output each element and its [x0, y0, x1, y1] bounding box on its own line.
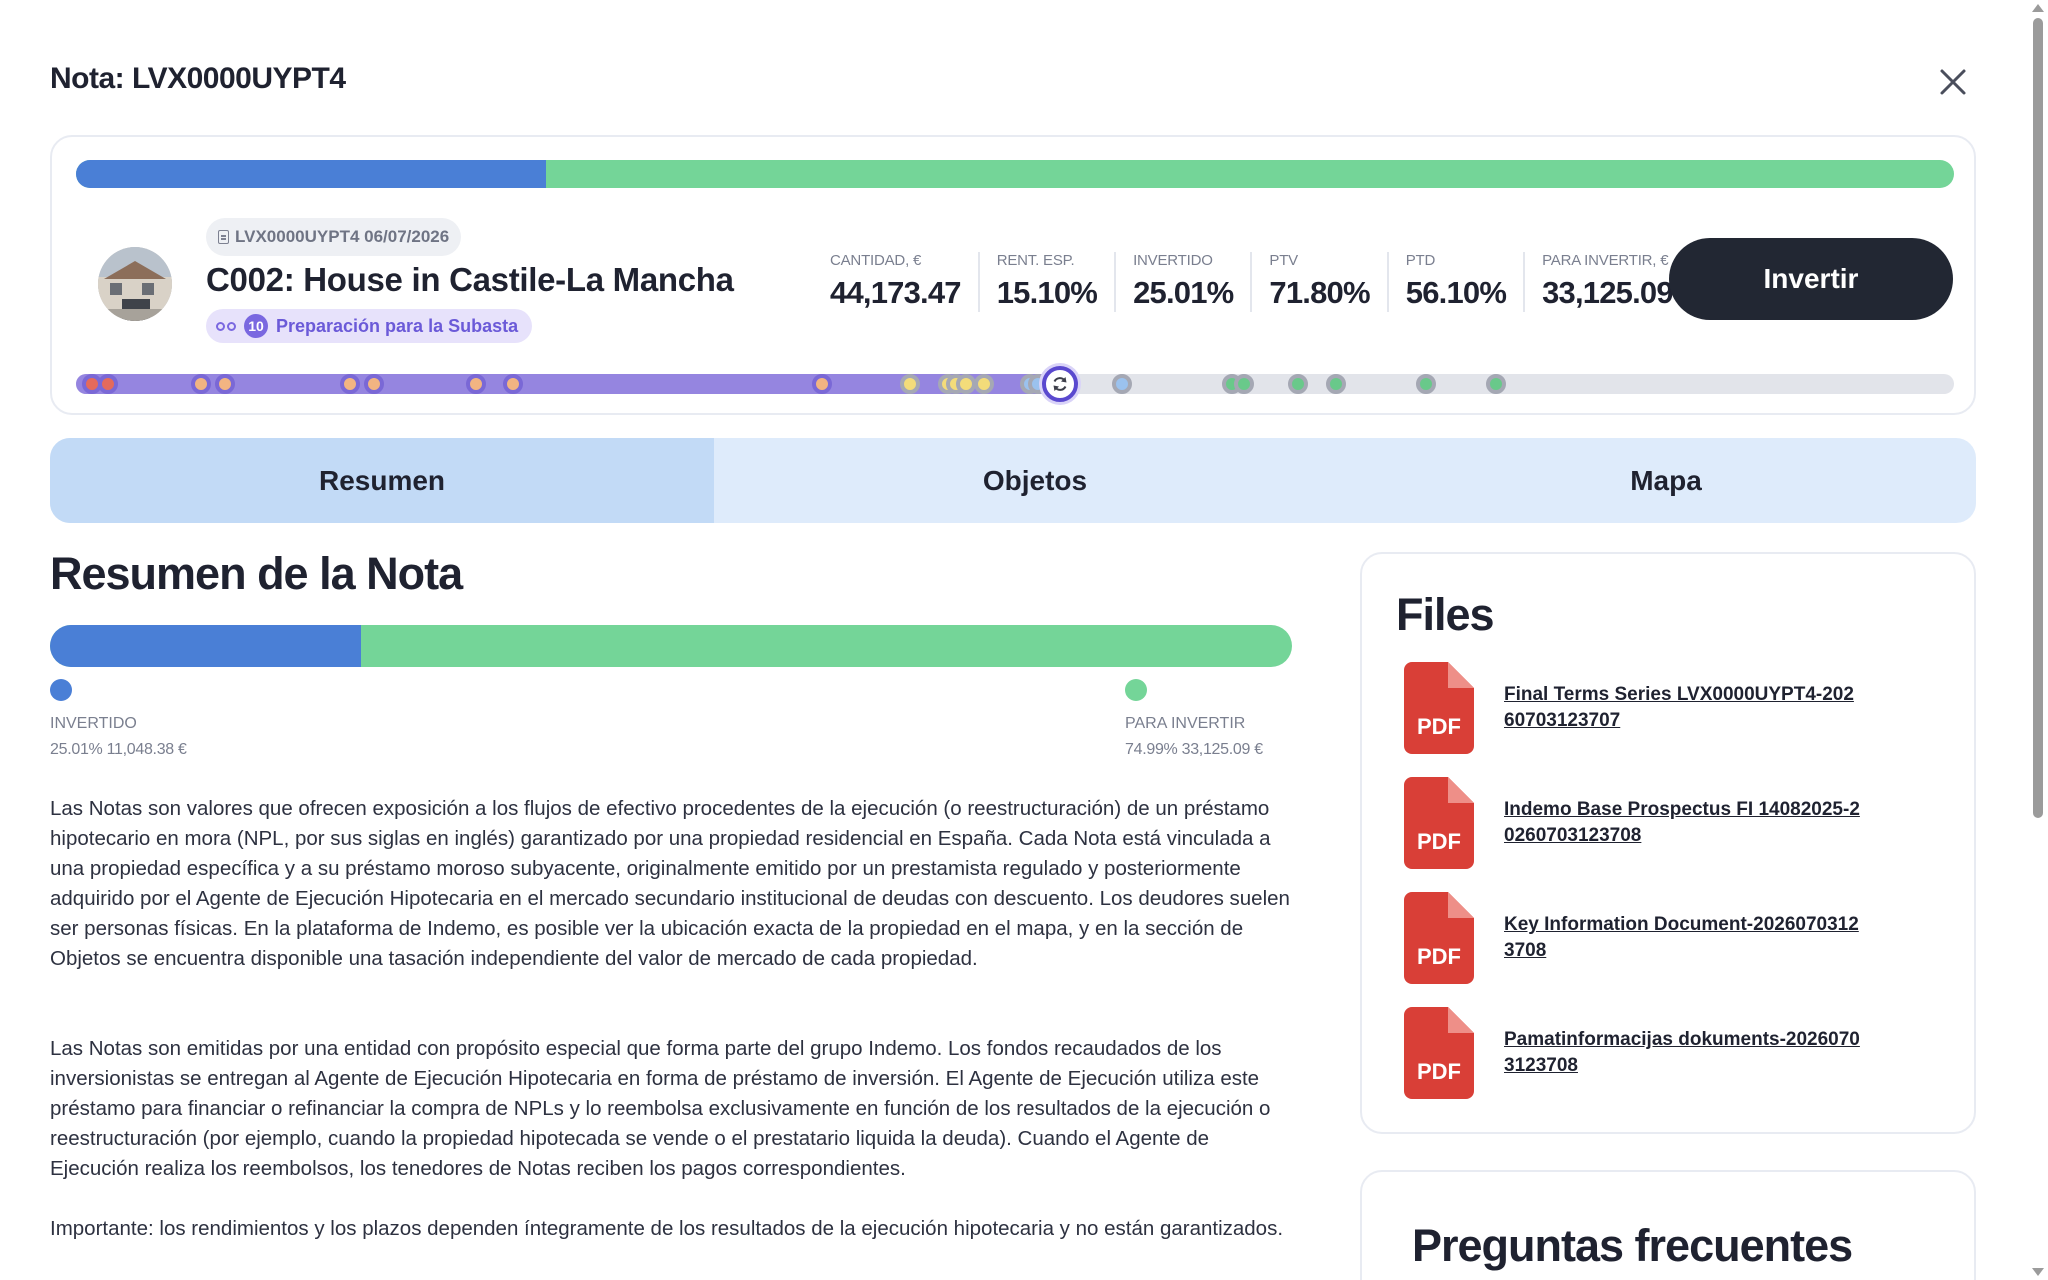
timeline-stage-dot[interactable] [503, 374, 523, 394]
timeline-stage-dot[interactable] [1288, 374, 1308, 394]
summary-progress-bar [50, 625, 1292, 667]
timeline-stage-dot[interactable] [215, 374, 235, 394]
file-link[interactable]: Final Terms Series LVX0000UYPT4-20260703… [1504, 682, 1864, 734]
pdf-file-icon: PDF [1404, 777, 1474, 869]
stat-invested: INVERTIDO 25.01% [1114, 252, 1250, 312]
file-link[interactable]: Indemo Base Prospectus FI 14082025-20260… [1504, 797, 1864, 849]
tab-mapa[interactable]: Mapa [1356, 438, 1976, 523]
legend-value: 25.01% 11,048.38 € [50, 741, 187, 758]
summary-paragraph: Las Notas son emitidas por una entidad c… [50, 1037, 1271, 1180]
stage-link-icon [216, 321, 236, 331]
faq-title: Preguntas frecuentes [1412, 1220, 1853, 1271]
stat-to-invest: PARA INVERTIR, € 33,125.09 [1523, 252, 1690, 312]
stat-value: 25.01% [1133, 275, 1234, 310]
legend-invested: INVERTIDO 25.01% 11,048.38 € [50, 679, 187, 759]
stat-label: PARA INVERTIR, € [1542, 252, 1669, 269]
summary-paragraph: Las Notas son valores que ofrecen exposi… [50, 797, 1290, 970]
legend-dot [50, 679, 72, 701]
timeline-stage-dot[interactable] [974, 374, 994, 394]
funding-progress-fill [76, 160, 546, 188]
pdf-badge: PDF [1417, 944, 1461, 969]
scroll-up-arrow[interactable] [2032, 4, 2044, 12]
stat-value: 44,173.47 [830, 275, 962, 310]
current-stage-marker[interactable] [1042, 366, 1078, 402]
file-item[interactable]: PDF Final Terms Series LVX0000UYPT4-2026… [1404, 662, 1864, 754]
stat-label: PTV [1269, 252, 1298, 269]
stage-number: 10 [244, 314, 268, 338]
scroll-thumb[interactable] [2033, 18, 2043, 818]
stat-ptd: PTD 56.10% [1386, 252, 1523, 312]
stat-label: PTD [1405, 252, 1436, 269]
close-button[interactable] [1935, 64, 1971, 100]
tab-bar: Resumen Objetos Mapa [50, 438, 1976, 523]
tab-objetos[interactable]: Objetos [714, 438, 1356, 523]
property-name: C002: House in Castile-La Mancha [206, 261, 734, 298]
stat-value: 71.80% [1269, 275, 1370, 310]
stat-value: 33,125.09 [1542, 275, 1674, 310]
pdf-badge: PDF [1417, 714, 1461, 739]
note-code-pill: LVX0000UYPT4 06/07/2026 [206, 218, 462, 256]
timeline-stage-dot[interactable] [1234, 374, 1254, 394]
stage-label: Preparación para la Subasta [276, 315, 519, 336]
pdf-badge: PDF [1417, 1059, 1461, 1084]
note-header-card: LVX0000UYPT4 06/07/2026 C002: House in C… [50, 135, 1976, 415]
pdf-file-icon: PDF [1404, 1007, 1474, 1099]
funding-progress-bar [76, 160, 1954, 188]
stat-label: RENT. ESP. [996, 252, 1075, 269]
summary-paragraph: Importante: los rendimientos y los plazo… [50, 1217, 1284, 1240]
file-link[interactable]: Pamatinformacijas dokuments-202607031237… [1504, 1027, 1864, 1079]
timeline-stage-dot[interactable] [340, 374, 360, 394]
summary-progress-fill [50, 625, 361, 667]
timeline-stage-dot[interactable] [1486, 374, 1506, 394]
faq-card: Preguntas frecuentes [1360, 1170, 1976, 1280]
pdf-file-icon: PDF [1404, 892, 1474, 984]
timeline-stage-dot[interactable] [900, 374, 920, 394]
file-item[interactable]: PDF Key Information Document-20260703123… [1404, 892, 1864, 984]
stat-label: INVERTIDO [1133, 252, 1213, 269]
scroll-down-arrow[interactable] [2032, 1268, 2044, 1276]
timeline-stage-dot[interactable] [812, 374, 832, 394]
tab-resumen[interactable]: Resumen [50, 438, 714, 523]
pdf-badge: PDF [1417, 829, 1461, 854]
files-card: Files PDF Final Terms Series LVX0000UYPT… [1360, 552, 1976, 1134]
timeline-stage-dot[interactable] [364, 374, 384, 394]
refresh-icon [1053, 377, 1067, 391]
timeline-stage-dot[interactable] [956, 374, 976, 394]
stat-label: CANTIDAD, € [830, 252, 922, 269]
vertical-scrollbar[interactable] [2028, 0, 2048, 1280]
summary-title: Resumen de la Nota [50, 548, 463, 599]
legend-label: PARA INVERTIR [1125, 715, 1246, 732]
stage-badge: 10 Preparación para la Subasta [206, 309, 533, 343]
close-icon [1940, 69, 1966, 95]
stat-value: 56.10% [1405, 275, 1507, 310]
timeline-stage-dot[interactable] [98, 374, 118, 394]
modal-title: Nota: LVX0000UYPT4 [50, 62, 346, 95]
timeline-stage-dot[interactable] [1326, 374, 1346, 394]
legend-dot [1125, 679, 1147, 701]
stat-ptv: PTV 71.80% [1250, 252, 1386, 312]
timeline-stage-dot[interactable] [466, 374, 486, 394]
invest-button[interactable]: Invertir [1669, 238, 1953, 320]
stat-expected-return: RENT. ESP. 15.10% [977, 252, 1114, 312]
stat-value: 15.10% [996, 275, 1098, 310]
stage-timeline [76, 366, 1954, 402]
timeline-stage-dot[interactable] [1112, 374, 1132, 394]
timeline-stage-dot[interactable] [191, 374, 211, 394]
stats-row: CANTIDAD, € 44,173.47 RENT. ESP. 15.10% … [810, 252, 1690, 312]
file-item[interactable]: PDF Indemo Base Prospectus FI 14082025-2… [1404, 777, 1864, 869]
legend-to-invest: PARA INVERTIR 74.99% 33,125.09 € [1125, 679, 1263, 759]
file-item[interactable]: PDF Pamatinformacijas dokuments-20260703… [1404, 1007, 1864, 1099]
timeline-stage-dot[interactable] [1416, 374, 1436, 394]
note-modal: Nota: LVX0000UYPT4 LVX0000UYPT4 06/07/20… [0, 0, 2028, 1280]
stat-amount: CANTIDAD, € 44,173.47 [810, 252, 978, 312]
document-icon [218, 230, 229, 244]
note-code-label: LVX0000UYPT4 06/07/2026 [235, 227, 450, 246]
legend-value: 74.99% 33,125.09 € [1125, 741, 1263, 758]
files-title: Files [1396, 589, 1495, 640]
property-thumbnail[interactable] [98, 247, 172, 321]
file-link[interactable]: Key Information Document-20260703123708 [1504, 912, 1864, 964]
pdf-file-icon: PDF [1404, 662, 1474, 754]
legend-label: INVERTIDO [50, 715, 137, 732]
